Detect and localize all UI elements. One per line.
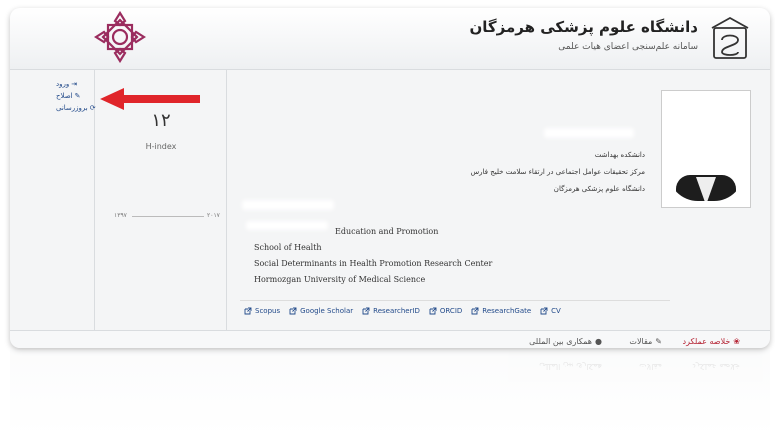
edit-link[interactable]: ✎ اصلاح: [56, 92, 80, 100]
h-index-label: H-index: [145, 142, 177, 151]
rose-logo-icon: [94, 11, 146, 63]
orcid-link[interactable]: ORCID: [429, 307, 462, 315]
external-link-icon: [429, 307, 437, 315]
annotation-arrow-icon: [100, 88, 200, 110]
tab-summary-label: خلاصه عملکرد: [682, 337, 731, 346]
year-start: ۱۳۹۷: [114, 212, 127, 219]
year-end: ۲۰۱۷: [207, 212, 220, 219]
tab-summary[interactable]: ❀ خلاصه عملکرد: [683, 337, 741, 346]
researcherid-link[interactable]: ResearcherID: [362, 307, 420, 315]
research-center-en: Social Determinants in Health Promotion …: [254, 259, 493, 268]
google-scholar-link[interactable]: Google Scholar: [289, 307, 353, 315]
redacted-name-fa: [544, 128, 634, 138]
globe-icon: ●: [595, 337, 602, 346]
redacted-title-en: [246, 221, 328, 230]
refresh-label: بروزرسانی: [56, 104, 88, 112]
scopus-link[interactable]: Scopus: [244, 307, 280, 315]
pencil-icon: ✎: [655, 337, 662, 346]
login-link[interactable]: ⇥ ورود: [56, 80, 77, 88]
profile-card: دانشگاه علوم پزشکی هرمزگان سامانه علم‌سن…: [10, 8, 770, 348]
system-name: سامانه علم‌سنجی اعضای هیات علمی: [558, 42, 698, 52]
school-en: School of Health: [254, 243, 322, 252]
refresh-link[interactable]: ⟳ بروزرسانی: [56, 104, 96, 112]
h-index-value: ۱۲: [151, 110, 171, 131]
department-en: Education and Promotion: [335, 227, 439, 236]
university-en: Hormozgan University of Medical Science: [254, 275, 426, 284]
tab-articles[interactable]: ✎ مقالات: [629, 337, 662, 346]
research-center-fa: مرکز تحقیقات عوامل اجتماعی در ارتقاء سلا…: [470, 168, 645, 176]
researchgate-label: ResearchGate: [482, 307, 532, 315]
tab-international[interactable]: ● همکاری بین المللی: [529, 337, 602, 346]
orcid-label: ORCID: [439, 307, 463, 315]
google-scholar-label: Google Scholar: [300, 307, 354, 315]
external-link-icon: [471, 307, 479, 315]
redacted-name-en: [242, 200, 334, 210]
university-fa: دانشگاه علوم پزشکی هرمزگان: [553, 185, 645, 193]
tab-articles-label: مقالات: [629, 337, 653, 346]
card-reflection: خلاصه عملکرد مقالات همکاری بین المللی: [10, 350, 770, 438]
edit-label: اصلاح: [56, 92, 73, 100]
users-icon: ❀: [733, 337, 740, 346]
researcherid-label: ResearcherID: [373, 307, 420, 315]
reflection-tab-summary: خلاصه عملکرد: [692, 362, 740, 371]
sign-in-icon: ⇥: [71, 80, 78, 88]
pencil-icon: ✎: [74, 92, 81, 100]
external-link-icon: [362, 307, 370, 315]
timeline-line: [132, 216, 204, 217]
external-link-icon: [244, 307, 252, 315]
scopus-label: Scopus: [255, 307, 281, 315]
tab-international-label: همکاری بین المللی: [529, 337, 593, 346]
university-name: دانشگاه علوم پزشکی هرمزگان: [469, 18, 698, 36]
profile-photo: [661, 90, 751, 208]
reflection-tab-international: همکاری بین المللی: [539, 362, 602, 371]
external-link-icon: [540, 307, 548, 315]
external-links: Scopus Google Scholar ResearcherID ORCID…: [244, 307, 561, 315]
login-label: ورود: [56, 80, 70, 88]
faculty-fa: دانشکده بهداشت: [594, 151, 645, 159]
links-divider: [240, 300, 670, 301]
photo-face: [668, 97, 744, 201]
cv-label: CV: [551, 307, 561, 315]
cv-link[interactable]: CV: [540, 307, 561, 315]
university-logo-icon: [711, 16, 749, 59]
site-header: دانشگاه علوم پزشکی هرمزگان سامانه علم‌سن…: [10, 8, 770, 70]
external-link-icon: [289, 307, 297, 315]
researchgate-link[interactable]: ResearchGate: [471, 307, 531, 315]
reflection-tab-articles: مقالات: [639, 362, 662, 371]
